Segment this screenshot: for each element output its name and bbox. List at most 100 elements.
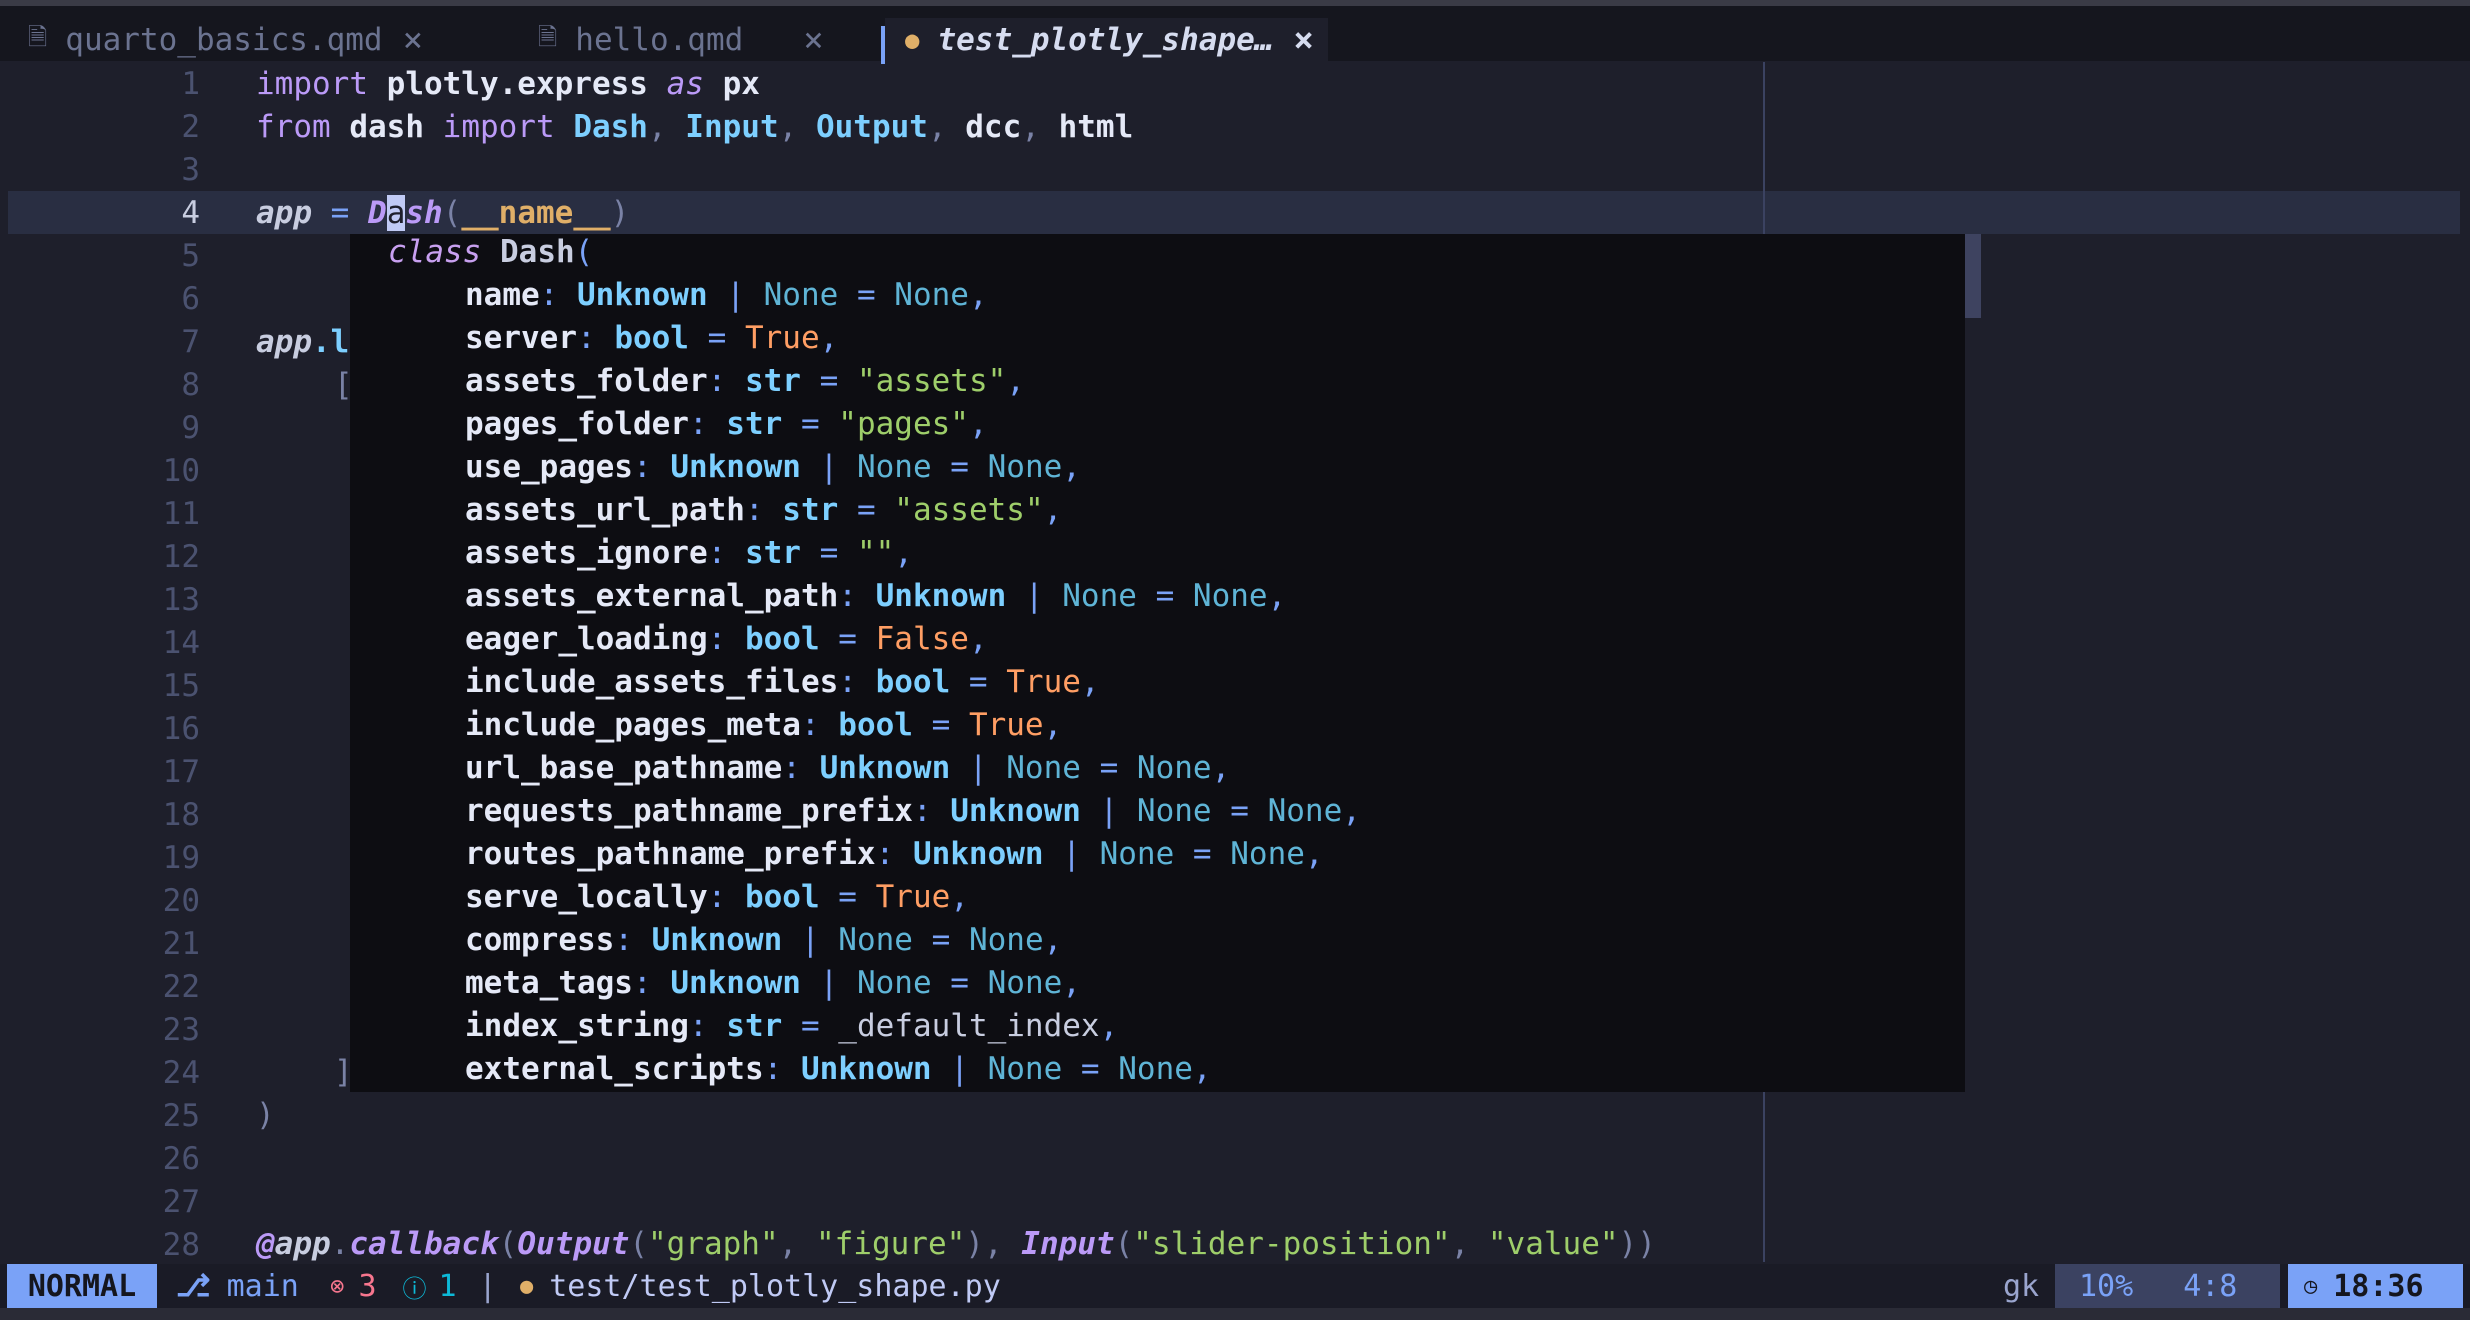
param-name: pages_folder <box>465 406 689 442</box>
popup-param-line: external_scripts: Unknown | None = None, <box>465 1051 1212 1087</box>
line-number: 10 <box>162 453 200 489</box>
param-union: None <box>1006 750 1081 786</box>
popup-param-line: include_pages_meta: bool = True, <box>465 707 1063 743</box>
clock-icon: ◷ <box>2304 1273 2318 1299</box>
param-name: requests_pathname_prefix <box>465 793 913 829</box>
param-default: None <box>1267 793 1343 829</box>
param-name: serve_locally <box>465 879 708 915</box>
param-default: _default_index <box>838 1008 1100 1044</box>
param-name: assets_external_path <box>465 578 839 614</box>
param-name: compress <box>465 922 615 958</box>
param-type: Unknown <box>819 750 951 786</box>
tab-label: quarto_basics.qmd <box>65 22 383 58</box>
param-type: str <box>726 1008 783 1044</box>
param-type: bool <box>838 707 913 743</box>
param-name: meta_tags <box>465 965 633 1001</box>
popup-param-line: server: bool = True, <box>465 320 839 356</box>
line-number: 22 <box>162 969 200 1005</box>
param-default: True <box>744 320 820 356</box>
popup-param-line: name: Unknown | None = None, <box>465 277 988 313</box>
line-number: 27 <box>162 1184 200 1220</box>
line-number: 8 <box>181 367 200 403</box>
line-number: 20 <box>162 883 200 919</box>
code-line-28[interactable]: @app.callback(Output("graph", "figure"),… <box>256 1226 1656 1262</box>
param-default: True <box>1006 664 1081 700</box>
line-number: 23 <box>162 1012 200 1048</box>
tab-label: hello.qmd <box>575 22 744 58</box>
popup-param-line: assets_external_path: Unknown | None = N… <box>465 578 1287 614</box>
document-icon: 🗎 <box>28 22 48 51</box>
git-branch[interactable]: ⎇ main <box>176 1264 299 1308</box>
clock: ◷ 18:36 <box>2288 1264 2463 1308</box>
popup-param-line: requests_pathname_prefix: Unknown | None… <box>465 793 1361 829</box>
window-bottom-strip <box>0 1308 2470 1320</box>
python-icon: ● <box>520 1273 534 1299</box>
line-number: 14 <box>162 625 200 661</box>
popup-param-line: index_string: str = _default_index, <box>465 1008 1119 1044</box>
tab-test-plotly-shape[interactable]: ● test_plotly_shape… × <box>885 18 1328 62</box>
cursor-position: 4:8 <box>2183 1268 2238 1304</box>
info-count: 1 <box>438 1268 457 1304</box>
param-default: None <box>987 449 1063 485</box>
popup-scrollbar[interactable] <box>1965 234 1981 318</box>
param-default: None <box>987 965 1063 1001</box>
scroll-position: 10% 4:8 <box>2055 1264 2280 1308</box>
param-name: routes_pathname_prefix <box>465 836 876 872</box>
code-line-1[interactable]: import plotly.express as px <box>256 66 760 102</box>
line-number: 26 <box>162 1141 200 1177</box>
line-number: 21 <box>162 926 200 962</box>
code-line-4[interactable]: app = Dash(__name__) <box>256 195 629 231</box>
line-number: 13 <box>162 582 200 618</box>
param-type: Unknown <box>912 836 1044 872</box>
param-type: str <box>744 363 801 399</box>
clock-time: 18:36 <box>2333 1268 2424 1304</box>
popup-param-line: assets_ignore: str = "", <box>465 535 913 571</box>
file-path: ● test/test_plotly_shape.py <box>520 1268 1001 1304</box>
close-icon[interactable]: × <box>1293 20 1313 60</box>
line-number: 17 <box>162 754 200 790</box>
popup-param-line: serve_locally: bool = True, <box>465 879 969 915</box>
popup-param-line: eager_loading: bool = False, <box>465 621 988 657</box>
close-icon[interactable]: × <box>403 20 423 60</box>
close-icon[interactable]: × <box>803 20 823 60</box>
param-union: None <box>1099 836 1175 872</box>
param-default: None <box>1136 750 1212 786</box>
param-default: True <box>968 707 1044 743</box>
param-name: url_base_pathname <box>465 750 783 786</box>
param-name: assets_ignore <box>465 535 708 571</box>
param-name: name <box>465 277 540 313</box>
info-icon: ⓘ <box>402 1274 427 1303</box>
python-icon: ● <box>905 26 920 54</box>
param-default: "pages" <box>838 406 969 442</box>
param-type: Unknown <box>800 1051 932 1087</box>
diagnostics[interactable]: ⊗ 3 ⓘ 1 | <box>330 1264 497 1308</box>
param-union: None <box>763 277 839 313</box>
line-number: 9 <box>181 410 200 446</box>
param-name: external_scripts <box>465 1051 764 1087</box>
line-number: 12 <box>162 539 200 575</box>
param-union: None <box>856 965 932 1001</box>
code-line-7[interactable]: app.l <box>256 324 349 360</box>
param-default: None <box>1230 836 1305 872</box>
tab-quarto-basics[interactable]: 🗎 quarto_basics.qmd × <box>28 18 423 62</box>
code-line-2[interactable]: from dash import Dash, Input, Output, dc… <box>256 109 1133 145</box>
param-type: bool <box>875 664 951 700</box>
hover-signature-popup[interactable]: class Dash( name: Unknown | None = None,… <box>350 234 1965 1092</box>
param-default: True <box>875 879 951 915</box>
param-type: Unknown <box>950 793 1081 829</box>
param-default: None <box>1118 1051 1193 1087</box>
tab-hello[interactable]: 🗎 hello.qmd × <box>538 18 824 62</box>
param-type: Unknown <box>651 922 783 958</box>
line-number: 11 <box>162 496 200 532</box>
param-type: bool <box>744 621 820 657</box>
popup-class-signature: class Dash( <box>388 234 594 270</box>
param-union: None <box>856 449 932 485</box>
param-union: None <box>1136 793 1212 829</box>
code-line-25[interactable]: ) <box>256 1097 275 1133</box>
line-number: 28 <box>162 1227 200 1263</box>
line-number: 25 <box>162 1098 200 1134</box>
popup-param-line: url_base_pathname: Unknown | None = None… <box>465 750 1231 786</box>
popup-param-line: include_assets_files: bool = True, <box>465 664 1100 700</box>
param-default: None <box>968 922 1044 958</box>
document-icon: 🗎 <box>538 22 558 51</box>
